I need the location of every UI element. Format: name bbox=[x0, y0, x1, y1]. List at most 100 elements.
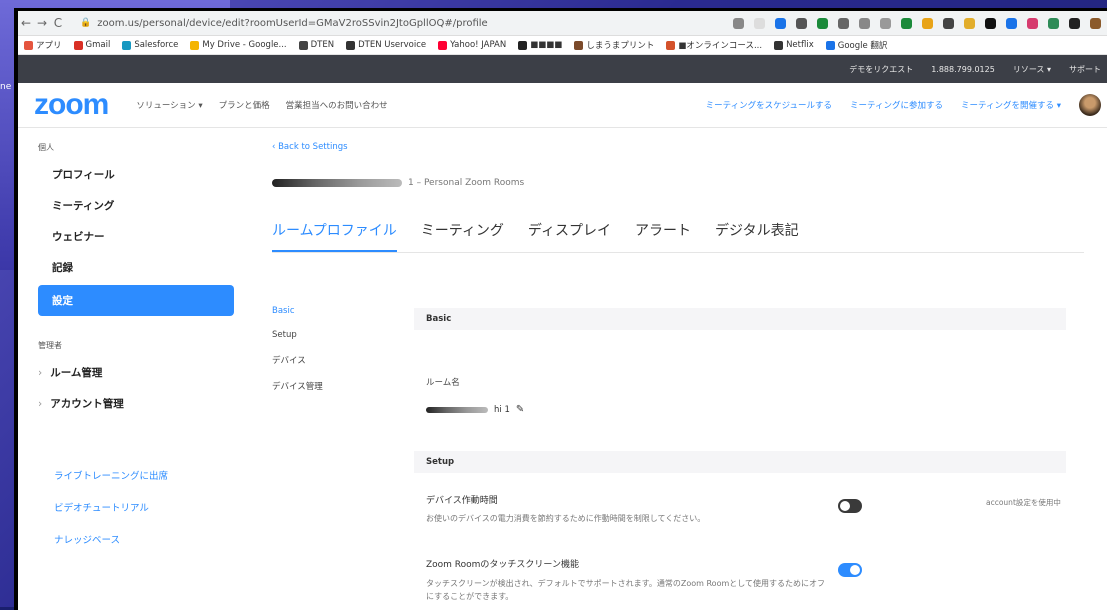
link-knowledge-base[interactable]: ナレッジベース bbox=[18, 523, 234, 555]
room-title: 1 – Personal Zoom Rooms bbox=[272, 178, 1107, 188]
bookmark-item[interactable]: Netflix bbox=[774, 40, 814, 50]
bookmark-item[interactable]: My Drive - Google... bbox=[190, 40, 287, 50]
top-strip-link[interactable]: 1.888.799.0125 bbox=[931, 65, 995, 74]
top-strip-link[interactable]: リソース ▾ bbox=[1013, 64, 1051, 75]
extension-icon[interactable] bbox=[1027, 17, 1038, 29]
link-live-training[interactable]: ライブトレーニングに出席 bbox=[18, 459, 234, 491]
settings-panel: Basic ルーム名 hi 1 ✎ Setup デバイス作動時間 お使いのデバイ… bbox=[414, 308, 1066, 601]
extension-icon[interactable] bbox=[880, 17, 891, 29]
extension-icon[interactable] bbox=[985, 17, 996, 29]
bookmark-icon bbox=[190, 40, 200, 50]
sidebar-item-webinars[interactable]: ウェビナー bbox=[18, 221, 234, 252]
header-action-link[interactable]: ミーティングを開催する ▾ bbox=[961, 99, 1061, 111]
bookmark-icon bbox=[122, 40, 132, 50]
header-action-link[interactable]: ミーティングに参加する bbox=[850, 99, 943, 111]
bookmark-item[interactable]: DTEN bbox=[298, 40, 334, 50]
setting-title: Zoom Roomのタッチスクリーン機能 bbox=[426, 560, 579, 570]
bookmark-icon bbox=[346, 40, 356, 50]
chevron-right-icon: › bbox=[38, 398, 43, 410]
sidebar-admin-label: 管理者 bbox=[38, 341, 62, 350]
link-video-tutorials[interactable]: ビデオチュートリアル bbox=[18, 491, 234, 523]
sidebar-item-room-management[interactable]: › ルーム管理 bbox=[18, 357, 234, 388]
back-arrow-icon[interactable]: ← bbox=[18, 16, 34, 30]
bookmark-item[interactable]: ■オンラインコース... bbox=[666, 39, 762, 51]
sidebar: 個人 プロフィール ミーティング ウェビナー 記録 設定 管理者 › ルーム管理 … bbox=[18, 128, 234, 608]
bookmark-item[interactable]: ■■■■ bbox=[518, 40, 562, 50]
bookmark-icon bbox=[518, 40, 528, 50]
room-name-label: ルーム名 bbox=[426, 378, 460, 388]
extension-icon[interactable] bbox=[1048, 17, 1059, 29]
bookmark-item[interactable]: しまうまプリント bbox=[574, 39, 654, 51]
bookmark-icon bbox=[574, 40, 584, 50]
extension-icon[interactable] bbox=[1069, 17, 1080, 29]
operating-hours-toggle[interactable] bbox=[838, 499, 862, 513]
extension-icon[interactable] bbox=[943, 17, 954, 29]
zoom-top-strip: デモをリクエスト 1.888.799.0125 リソース ▾ サポート bbox=[18, 55, 1107, 83]
main-content: ‹ Back to Settings 1 – Personal Zoom Roo… bbox=[234, 128, 1107, 608]
section-nav-setup[interactable]: Setup bbox=[272, 330, 323, 340]
main-nav-item[interactable]: プランと価格 bbox=[219, 99, 270, 111]
top-strip-link[interactable]: サポート bbox=[1069, 64, 1101, 75]
extension-icon[interactable] bbox=[922, 17, 933, 29]
sidebar-item-profile[interactable]: プロフィール bbox=[18, 159, 234, 190]
tab-meetings[interactable]: ミーティング bbox=[421, 220, 504, 252]
extension-icon[interactable] bbox=[859, 17, 870, 29]
tab-alerts[interactable]: アラート bbox=[635, 220, 691, 252]
redacted-name bbox=[272, 179, 402, 187]
reload-icon[interactable]: C bbox=[50, 16, 66, 30]
setup-section-header: Setup bbox=[414, 451, 1066, 473]
back-to-settings-link[interactable]: ‹ Back to Settings bbox=[272, 142, 1107, 152]
section-nav-basic[interactable]: Basic bbox=[272, 306, 323, 316]
sidebar-item-meetings[interactable]: ミーティング bbox=[18, 190, 234, 221]
sidebar-personal-label: 個人 bbox=[38, 143, 54, 152]
forward-arrow-icon[interactable]: → bbox=[34, 16, 50, 30]
bookmark-item[interactable]: Yahoo! JAPAN bbox=[438, 40, 506, 50]
extension-icon[interactable] bbox=[796, 17, 807, 29]
slide-text: ne bbox=[0, 82, 12, 92]
edit-pencil-icon[interactable]: ✎ bbox=[516, 404, 524, 415]
extensions-bar bbox=[733, 17, 1107, 29]
bookmark-item[interactable]: Salesforce bbox=[122, 40, 178, 50]
bookmark-icon bbox=[73, 40, 83, 50]
extension-icon[interactable] bbox=[1006, 17, 1017, 29]
extension-icon[interactable] bbox=[733, 17, 744, 29]
sidebar-item-account-management[interactable]: › アカウント管理 bbox=[18, 388, 234, 419]
header-actions: ミーティングをスケジュールする ミーティングに参加する ミーティングを開催する ▾ bbox=[706, 94, 1107, 116]
bookmark-icon bbox=[24, 40, 33, 50]
top-strip-link[interactable]: デモをリクエスト bbox=[849, 64, 913, 75]
setting-description: お使いのデバイスの電力消費を節約するために作動時間を制限してください。 bbox=[426, 514, 706, 523]
bookmark-icon bbox=[774, 40, 784, 50]
tab-digital-signage[interactable]: デジタル表記 bbox=[715, 220, 799, 252]
room-name-value: hi 1 ✎ bbox=[426, 404, 1066, 415]
extension-icon[interactable] bbox=[838, 17, 849, 29]
avatar[interactable] bbox=[1079, 94, 1101, 116]
extension-icon[interactable] bbox=[817, 17, 828, 29]
tab-display[interactable]: ディスプレイ bbox=[528, 220, 611, 252]
sidebar-item-settings[interactable]: 設定 bbox=[38, 285, 234, 316]
address-bar[interactable]: 🔒 zoom.us/personal/device/edit?roomUserI… bbox=[74, 15, 725, 31]
bookmark-item[interactable]: Google 翻訳 bbox=[825, 39, 887, 51]
bookmark-icon bbox=[666, 40, 676, 50]
extension-icon[interactable] bbox=[964, 17, 975, 29]
extension-icon[interactable] bbox=[1090, 17, 1101, 29]
bookmark-item[interactable]: DTEN Uservoice bbox=[346, 40, 426, 50]
zoom-logo[interactable]: zoom bbox=[34, 88, 109, 122]
extension-icon[interactable] bbox=[901, 17, 912, 29]
bookmark-item[interactable]: Gmail bbox=[73, 40, 110, 50]
section-nav-devices[interactable]: デバイス bbox=[272, 354, 323, 366]
main-nav-item[interactable]: ソリューション ▾ bbox=[136, 99, 202, 111]
section-nav-device-management[interactable]: デバイス管理 bbox=[272, 380, 323, 392]
touchscreen-toggle[interactable] bbox=[838, 563, 862, 577]
browser-toolbar: ← → C 🔒 zoom.us/personal/device/edit?roo… bbox=[18, 11, 1107, 36]
main-nav-item[interactable]: 営業担当へのお問い合わせ bbox=[286, 99, 388, 111]
bookmark-item[interactable]: アプリ bbox=[24, 39, 62, 51]
header-action-link[interactable]: ミーティングをスケジュールする bbox=[706, 99, 832, 111]
extension-icon[interactable] bbox=[754, 17, 765, 29]
basic-section-header: Basic bbox=[414, 308, 1066, 330]
extension-icon[interactable] bbox=[775, 17, 786, 29]
room-title-suffix: 1 – Personal Zoom Rooms bbox=[408, 178, 525, 188]
redacted-room-name bbox=[426, 406, 488, 413]
tab-room-profile[interactable]: ルームプロファイル bbox=[272, 220, 397, 252]
account-setting-note: account設定を使用中 bbox=[986, 498, 1061, 507]
sidebar-item-recordings[interactable]: 記録 bbox=[18, 252, 234, 283]
